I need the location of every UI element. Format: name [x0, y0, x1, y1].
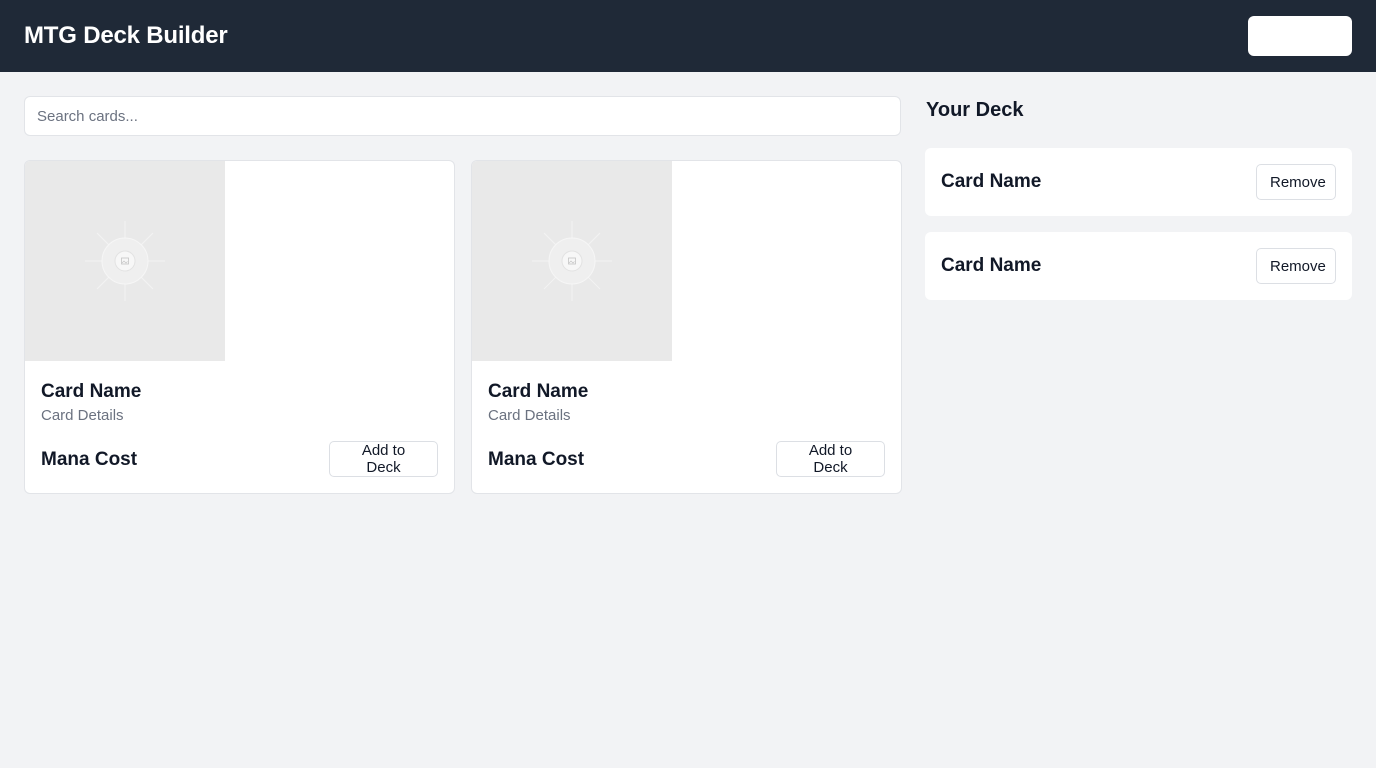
add-to-deck-button[interactable]: Add to Deck: [776, 441, 885, 477]
top-header-bar: MTG Deck Builder: [0, 0, 1376, 72]
deck-heading: Your Deck: [926, 99, 1024, 121]
deck-list-item: Card Name Remove: [925, 148, 1352, 216]
card-image-placeholder: [25, 161, 225, 361]
remove-button[interactable]: Remove: [1256, 248, 1336, 284]
header-action-button[interactable]: [1248, 16, 1352, 56]
card-name: Card Name: [41, 381, 142, 402]
add-to-deck-button[interactable]: Add to Deck: [329, 441, 438, 477]
remove-button[interactable]: Remove: [1256, 164, 1336, 200]
card-details: Card Details: [488, 407, 571, 424]
deck-item-name: Card Name: [941, 171, 1042, 192]
image-placeholder-icon: [85, 221, 165, 301]
card-name: Card Name: [488, 381, 589, 402]
deck-item-name: Card Name: [941, 255, 1042, 276]
card-tile: Card Name Card Details Mana Cost Add to …: [24, 160, 455, 494]
card-tile: Card Name Card Details Mana Cost Add to …: [471, 160, 902, 494]
card-image-placeholder: [472, 161, 672, 361]
search-input[interactable]: [24, 96, 901, 136]
image-placeholder-icon: [532, 221, 612, 301]
deck-list-item: Card Name Remove: [925, 232, 1352, 300]
mana-cost: Mana Cost: [488, 449, 585, 470]
app-title: MTG Deck Builder: [24, 22, 228, 49]
mana-cost: Mana Cost: [41, 449, 138, 470]
card-details: Card Details: [41, 407, 124, 424]
